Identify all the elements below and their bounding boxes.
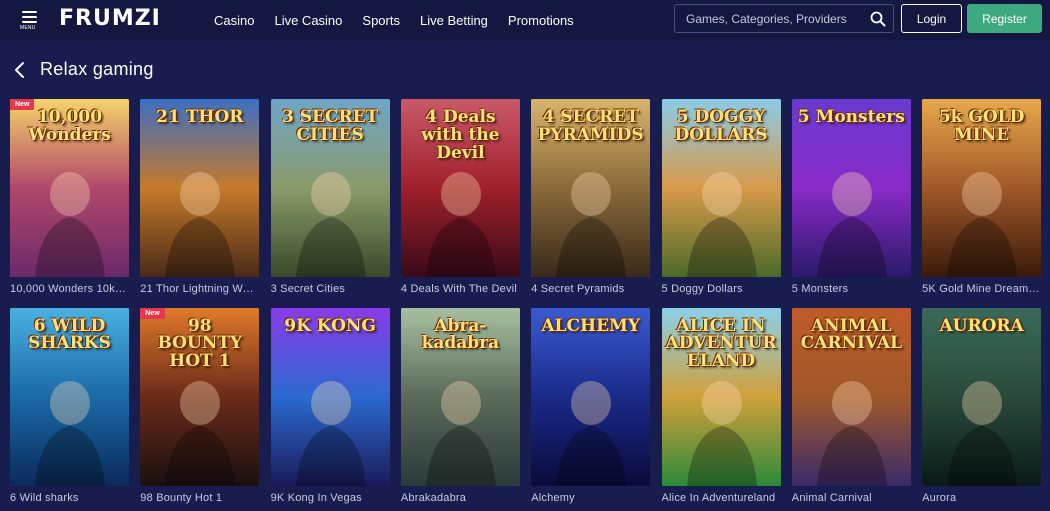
new-badge: New bbox=[140, 307, 165, 319]
game-card[interactable]: ALICE IN ADVENTURELAND Alice In Adventure… bbox=[661, 307, 781, 504]
game-card[interactable]: 4 Deals with the Devil 4 Deals With The D… bbox=[400, 99, 520, 295]
game-card[interactable]: 4 SECRET PYRAMIDS 4 Secret Pyramids bbox=[531, 99, 651, 295]
game-thumbnail[interactable]: ALICE IN ADVENTURELAND bbox=[661, 307, 781, 486]
game-thumbnail[interactable]: AURORA bbox=[922, 307, 1042, 486]
search-icon[interactable] bbox=[870, 11, 886, 27]
game-card[interactable]: 21 THOR 21 Thor Lightning Ways bbox=[140, 99, 260, 295]
game-thumbnail[interactable]: 21 THOR bbox=[140, 99, 260, 277]
game-card[interactable]: 5 Monsters 5 Monsters bbox=[791, 99, 911, 295]
game-title: Abrakadabra bbox=[400, 491, 467, 504]
game-thumbnail[interactable]: 9K KONG bbox=[270, 307, 390, 486]
hamburger-icon-bar bbox=[22, 21, 37, 23]
game-card[interactable]: ANIMAL CARNIVAL Animal Carnival bbox=[791, 307, 911, 504]
game-thumbnail[interactable]: 5k GOLD MINE bbox=[922, 99, 1042, 277]
game-card[interactable]: 9K KONG 9K Kong In Vegas bbox=[270, 307, 390, 504]
site-logo[interactable]: FRUMZI bbox=[59, 6, 161, 32]
game-title: Alice In Adventureland bbox=[661, 491, 776, 504]
search-input[interactable] bbox=[675, 5, 865, 32]
back-arrow-icon[interactable] bbox=[12, 60, 28, 80]
game-card[interactable]: 6 WILD SHARKS 6 Wild sharks bbox=[10, 307, 129, 504]
game-card[interactable]: AURORA Aurora bbox=[922, 307, 1042, 504]
game-logo-title: 6 WILD SHARKS bbox=[28, 315, 111, 354]
game-thumbnail[interactable]: 98 BOUNTY HOT 1 New bbox=[140, 307, 260, 486]
game-title: 9K Kong In Vegas bbox=[270, 491, 362, 504]
game-logo-title: 5 DOGGY DOLLARS bbox=[674, 107, 768, 145]
game-title: 6 Wild sharks bbox=[10, 491, 79, 504]
new-badge: New bbox=[10, 99, 35, 110]
hamburger-icon bbox=[22, 11, 37, 13]
game-thumbnail[interactable]: 5 Monsters bbox=[791, 99, 911, 277]
main-nav: Casino Live Casino Sports Live Betting P… bbox=[214, 0, 594, 40]
game-thumbnail[interactable]: 6 WILD SHARKS bbox=[10, 307, 129, 486]
game-thumbnail[interactable]: 10,000 Wonders New bbox=[10, 99, 129, 277]
game-logo-title: 5k GOLD MINE bbox=[938, 107, 1025, 145]
game-card[interactable]: 5 DOGGY DOLLARS 5 Doggy Dollars bbox=[661, 99, 781, 295]
nav-live-casino[interactable]: Live Casino bbox=[274, 13, 342, 28]
game-logo-title: 4 SECRET PYRAMIDS bbox=[537, 107, 644, 145]
page-title: Relax gaming bbox=[40, 59, 154, 79]
nav-sports[interactable]: Sports bbox=[362, 13, 400, 28]
game-thumbnail[interactable]: 5 DOGGY DOLLARS bbox=[661, 99, 781, 277]
game-card[interactable]: 5k GOLD MINE 5K Gold Mine Dream Drop bbox=[922, 99, 1042, 295]
nav-promotions[interactable]: Promotions bbox=[508, 13, 574, 28]
game-title: Alchemy bbox=[531, 491, 575, 504]
game-thumbnail[interactable]: 4 SECRET PYRAMIDS bbox=[531, 99, 651, 277]
nav-casino[interactable]: Casino bbox=[214, 13, 254, 28]
game-logo-title: AURORA bbox=[939, 315, 1024, 336]
login-button[interactable]: Login bbox=[901, 4, 962, 33]
menu-label: MENU bbox=[20, 25, 36, 31]
game-card[interactable]: 98 BOUNTY HOT 1 New 98 Bounty Hot 1 bbox=[140, 307, 260, 504]
game-title: 5 Monsters bbox=[791, 283, 849, 295]
game-card[interactable]: ALCHEMY Alchemy bbox=[531, 307, 651, 504]
game-title: 21 Thor Lightning Ways bbox=[140, 283, 260, 295]
game-logo-title: ALICE IN ADVENTURELAND bbox=[665, 315, 777, 372]
game-title: 4 Deals With The Devil bbox=[400, 283, 517, 295]
game-title: 3 Secret Cities bbox=[270, 283, 346, 295]
game-card[interactable]: Abra-kadabra Abrakadabra bbox=[400, 307, 520, 504]
game-card[interactable]: 10,000 WondersNew 10,000 Wonders 10k Ways bbox=[10, 99, 129, 295]
game-logo-title: 21 THOR bbox=[156, 107, 244, 127]
game-title: 10,000 Wonders 10k Ways bbox=[10, 283, 129, 295]
game-logo-title: 4 Deals with the Devil bbox=[421, 107, 500, 163]
nav-live-betting[interactable]: Live Betting bbox=[420, 13, 488, 28]
game-title: 5K Gold Mine Dream Drop bbox=[922, 283, 1041, 295]
game-thumbnail[interactable]: ALCHEMY bbox=[531, 307, 651, 486]
game-logo-title: ANIMAL CARNIVAL bbox=[800, 315, 902, 354]
game-title: Animal Carnival bbox=[791, 491, 872, 504]
hamburger-icon-bar bbox=[22, 16, 37, 18]
game-title: Aurora bbox=[922, 491, 957, 504]
game-title: 98 Bounty Hot 1 bbox=[140, 491, 223, 504]
game-logo-title: 10,000 Wonders bbox=[28, 107, 111, 145]
game-thumbnail[interactable]: 3 SECRET CITIES bbox=[270, 99, 390, 277]
top-header: MENU FRUMZI Casino Live Casino Sports Li… bbox=[0, 0, 1050, 40]
game-logo-title: 3 SECRET CITIES bbox=[281, 107, 379, 145]
game-logo-title: 9K KONG bbox=[284, 315, 376, 336]
game-logo-title: Abra-kadabra bbox=[421, 315, 500, 354]
game-card[interactable]: 3 SECRET CITIES 3 Secret Cities bbox=[270, 99, 390, 295]
register-button[interactable]: Register bbox=[967, 4, 1042, 33]
game-thumbnail[interactable]: ANIMAL CARNIVAL bbox=[791, 307, 911, 486]
search-box bbox=[674, 4, 894, 33]
game-title: 4 Secret Pyramids bbox=[531, 283, 625, 295]
game-logo-title: 5 Monsters bbox=[797, 107, 905, 127]
game-thumbnail[interactable]: 4 Deals with the Devil bbox=[400, 99, 520, 277]
menu-button[interactable]: MENU bbox=[19, 10, 41, 31]
logo-text: FRUMZI bbox=[59, 6, 161, 31]
game-logo-title: ALCHEMY bbox=[541, 315, 641, 336]
game-title: 5 Doggy Dollars bbox=[661, 283, 743, 295]
game-thumbnail[interactable]: Abra-kadabra bbox=[400, 307, 520, 486]
game-logo-title: 98 BOUNTY HOT 1 bbox=[157, 315, 243, 372]
